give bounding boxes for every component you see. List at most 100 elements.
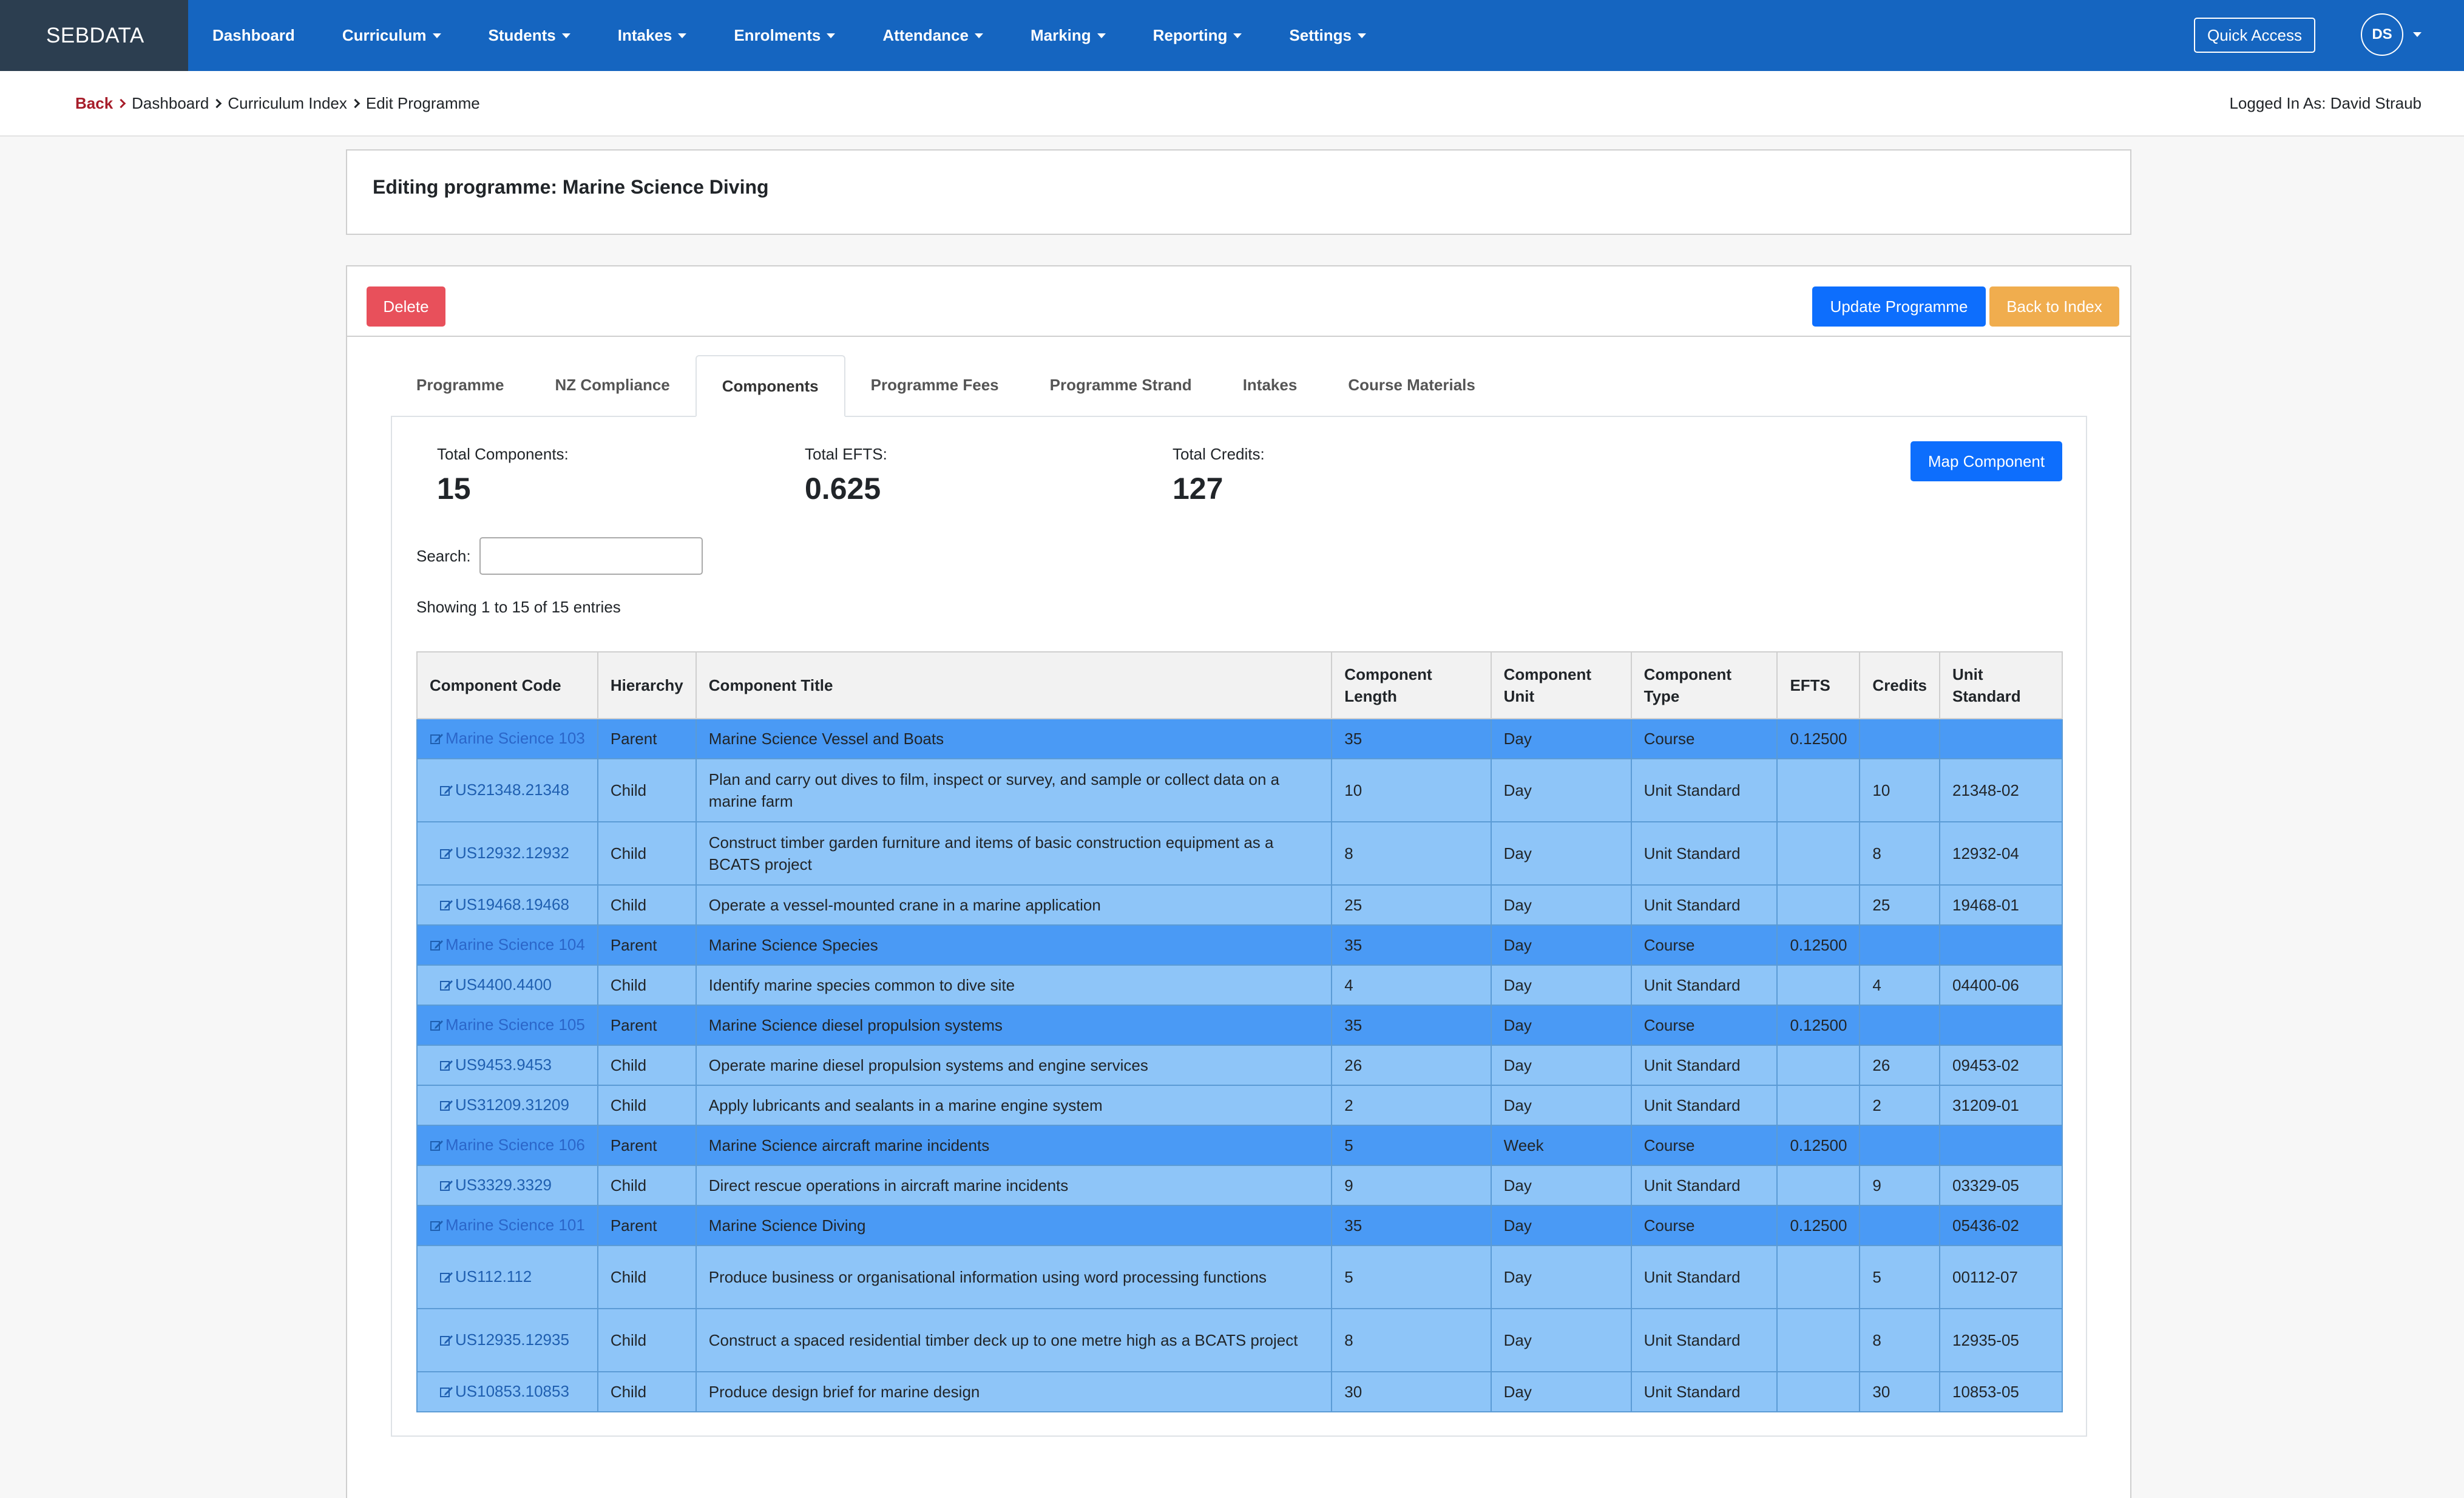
edit-icon[interactable] [439,1267,454,1289]
tab-programme[interactable]: Programme [391,354,530,416]
table-row[interactable]: Marine Science 105 Parent Marine Science d… [416,1005,2063,1046]
component-code-link[interactable]: US3329.3329 [455,1176,552,1194]
column-header-component-title[interactable]: Component Title [695,651,1333,719]
edit-icon[interactable] [439,975,454,997]
column-header-unit-standard[interactable]: Unit Standard [1939,651,2063,719]
edit-icon[interactable] [430,1216,444,1238]
table-row[interactable]: US12935.12935 Child Construct a spaced res… [416,1308,2063,1372]
edit-icon[interactable] [439,1056,454,1077]
column-header-component-unit[interactable]: Component Unit [1490,651,1632,719]
quick-access-button[interactable]: Quick Access [2194,18,2315,53]
component-code-link[interactable]: Marine Science 104 [445,935,585,954]
component-code-link[interactable]: US12932.12932 [455,844,569,862]
column-header-component-code[interactable]: Component Code [416,651,598,719]
edit-icon[interactable] [439,895,454,917]
edit-icon[interactable] [439,1330,454,1352]
nav-item-reporting[interactable]: Reporting [1153,26,1242,45]
edit-icon[interactable] [439,781,454,802]
component-code-link[interactable]: Marine Science 103 [445,729,585,747]
table-row[interactable]: US12932.12932 Child Construct timber garde… [416,821,2063,886]
component-code-link[interactable]: Marine Science 101 [445,1216,585,1234]
table-row[interactable]: US19468.19468 Child Operate a vessel-mount… [416,884,2063,926]
component-code-cell[interactable]: US3329.3329 [416,1165,598,1206]
edit-icon[interactable] [430,935,444,957]
nav-item-dashboard[interactable]: Dashboard [212,26,295,45]
component-code-link[interactable]: US12935.12935 [455,1330,569,1349]
edit-icon[interactable] [439,1176,454,1198]
user-menu[interactable]: DS [2361,13,2422,56]
avatar[interactable]: DS [2361,13,2403,56]
component-code-link[interactable]: US19468.19468 [455,895,569,913]
nav-item-curriculum[interactable]: Curriculum [342,26,441,45]
back-to-index-button[interactable]: Back to Index [1989,286,2119,327]
edit-icon[interactable] [430,1015,444,1037]
tab-course-materials[interactable]: Course Materials [1322,354,1501,416]
edit-icon[interactable] [439,1382,454,1404]
nav-item-attendance[interactable]: Attendance [882,26,983,45]
component-code-cell[interactable]: US10853.10853 [416,1371,598,1412]
tab-programme-strand[interactable]: Programme Strand [1024,354,1217,416]
component-code-link[interactable]: Marine Science 105 [445,1015,585,1034]
breadcrumb-item-dashboard[interactable]: Dashboard [132,94,209,113]
nav-item-intakes[interactable]: Intakes [618,26,687,45]
table-row[interactable]: US4400.4400 Child Identify marine species … [416,964,2063,1006]
column-header-efts[interactable]: EFTS [1776,651,1861,719]
nav-item-settings[interactable]: Settings [1289,26,1366,45]
back-link[interactable]: Back [75,94,113,113]
table-row[interactable]: US21348.21348 Child Plan and carry out div… [416,758,2063,822]
component-code-cell[interactable]: US31209.31209 [416,1085,598,1126]
component-code-cell[interactable]: Marine Science 105 [416,1005,598,1046]
cell-type: Course [1630,924,1778,966]
edit-icon[interactable] [430,729,444,751]
table-row[interactable]: Marine Science 103 Parent Marine Science V… [416,718,2063,759]
column-header-hierarchy[interactable]: Hierarchy [597,651,697,719]
nav-item-marking[interactable]: Marking [1031,26,1106,45]
delete-button[interactable]: Delete [367,286,445,327]
component-code-cell[interactable]: US4400.4400 [416,964,598,1006]
map-component-button[interactable]: Map Component [1911,441,2062,481]
component-code-cell[interactable]: Marine Science 103 [416,718,598,759]
caret-down-icon [561,33,570,38]
component-code-cell[interactable]: US12935.12935 [416,1308,598,1372]
column-header-component-type[interactable]: Component Type [1630,651,1778,719]
component-code-cell[interactable]: Marine Science 106 [416,1125,598,1166]
component-code-link[interactable]: US4400.4400 [455,975,552,994]
component-code-link[interactable]: US112.112 [455,1267,532,1286]
component-code-link[interactable]: US10853.10853 [455,1382,569,1400]
component-code-cell[interactable]: US12932.12932 [416,821,598,886]
breadcrumb-item-curriculum-index[interactable]: Curriculum Index [228,94,347,113]
brand-logo[interactable]: SEBDATA [0,0,188,71]
component-code-link[interactable]: US21348.21348 [455,781,569,799]
component-code-cell[interactable]: US9453.9453 [416,1045,598,1086]
update-programme-button[interactable]: Update Programme [1812,286,1986,327]
component-code-cell[interactable]: Marine Science 101 [416,1205,598,1246]
component-code-link[interactable]: US9453.9453 [455,1056,552,1074]
nav-item-enrolments[interactable]: Enrolments [734,26,836,45]
tab-intakes[interactable]: Intakes [1217,354,1323,416]
table-row[interactable]: US10853.10853 Child Produce design brief f… [416,1371,2063,1412]
edit-icon[interactable] [439,1096,454,1117]
tab-components[interactable]: Components [695,355,845,417]
table-row[interactable]: US112.112 Child Produce business or organi… [416,1245,2063,1309]
edit-icon[interactable] [430,1136,444,1157]
table-row[interactable]: Marine Science 106 Parent Marine Science a… [416,1125,2063,1166]
component-code-link[interactable]: US31209.31209 [455,1096,569,1114]
column-header-credits[interactable]: Credits [1859,651,1940,719]
breadcrumb-item-edit-programme: Edit Programme [365,94,480,112]
component-code-cell[interactable]: US19468.19468 [416,884,598,926]
search-input[interactable] [479,537,703,575]
component-code-cell[interactable]: US21348.21348 [416,758,598,822]
component-code-link[interactable]: Marine Science 106 [445,1136,585,1154]
table-row[interactable]: Marine Science 104 Parent Marine Science S… [416,924,2063,966]
column-header-component-length[interactable]: Component Length [1331,651,1492,719]
component-code-cell[interactable]: Marine Science 104 [416,924,598,966]
nav-item-students[interactable]: Students [489,26,570,45]
tab-nz-compliance[interactable]: NZ Compliance [530,354,696,416]
table-row[interactable]: Marine Science 101 Parent Marine Science D… [416,1205,2063,1246]
edit-icon[interactable] [439,844,454,866]
table-row[interactable]: US31209.31209 Child Apply lubricants and s… [416,1085,2063,1126]
table-row[interactable]: US3329.3329 Child Direct rescue operations… [416,1165,2063,1206]
component-code-cell[interactable]: US112.112 [416,1245,598,1309]
table-row[interactable]: US9453.9453 Child Operate marine diesel pr… [416,1045,2063,1086]
tab-programme-fees[interactable]: Programme Fees [845,354,1024,416]
